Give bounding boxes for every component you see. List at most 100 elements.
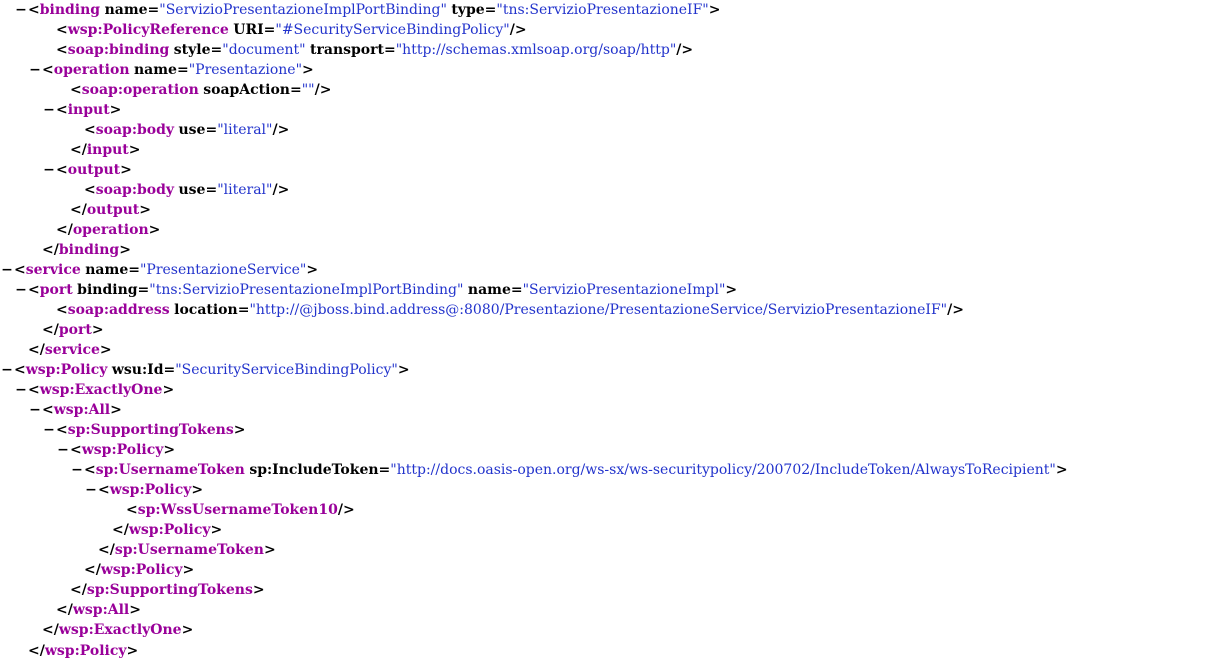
xml-punct: < — [98, 482, 110, 498]
indent-spacer — [42, 140, 56, 160]
xml-line: </sp:UsernameToken> — [0, 540, 1215, 560]
indent-spacer — [14, 220, 28, 240]
xml-line: </output> — [0, 200, 1215, 220]
indent-spacer — [28, 440, 42, 460]
xml-attr-value: "literal" — [217, 182, 272, 198]
xml-line: <soap:binding style="document" transport… — [0, 40, 1215, 60]
xml-attr-value: "ServizioPresentazioneImplPortBinding" — [159, 2, 447, 18]
indent-spacer — [28, 200, 42, 220]
indent-spacer — [28, 540, 42, 560]
xml-punct: /> — [272, 182, 289, 198]
xml-punct: < — [56, 162, 68, 178]
indent-spacer — [0, 60, 14, 80]
collapse-toggle-icon[interactable]: − — [42, 100, 56, 120]
xml-line: </wsp:Policy> — [0, 520, 1215, 540]
collapse-toggle-icon[interactable]: − — [28, 400, 42, 420]
toggle-placeholder — [70, 560, 84, 580]
indent-spacer — [14, 520, 28, 540]
xml-element-name: service — [45, 342, 100, 358]
xml-attr-value: "tns:ServizioPresentazioneImplPortBindin… — [149, 282, 463, 298]
xml-line: −<service name="PresentazioneService"> — [0, 260, 1215, 280]
toggle-placeholder — [42, 600, 56, 620]
xml-punct: = — [511, 282, 523, 298]
indent-spacer — [14, 420, 28, 440]
collapse-toggle-icon[interactable]: − — [56, 440, 70, 460]
xml-line: <soap:body use="literal"/> — [0, 180, 1215, 200]
toggle-placeholder — [70, 120, 84, 140]
xml-attr-value: "document" — [222, 42, 305, 58]
indent-spacer — [84, 520, 98, 540]
xml-punct: </ — [56, 602, 73, 618]
xml-punct: </ — [56, 222, 73, 238]
xml-element-name: operation — [73, 222, 149, 238]
indent-spacer — [14, 200, 28, 220]
indent-spacer — [0, 600, 14, 620]
indent-spacer — [0, 80, 14, 100]
xml-element-name: binding — [40, 2, 100, 18]
indent-spacer — [14, 120, 28, 140]
xml-punct: </ — [28, 342, 45, 358]
xml-attr-name: binding — [77, 282, 137, 298]
indent-spacer — [70, 500, 84, 520]
xml-attr-value: "ServizioPresentazioneImpl" — [523, 282, 726, 298]
indent-spacer — [14, 480, 28, 500]
xml-punct: > — [709, 2, 721, 18]
collapse-toggle-icon[interactable]: − — [42, 420, 56, 440]
xml-punct: = — [138, 282, 150, 298]
indent-spacer — [84, 500, 98, 520]
indent-spacer — [0, 20, 14, 40]
xml-line: </wsp:Policy> — [0, 560, 1215, 580]
xml-element-name: wsp:PolicyReference — [68, 22, 229, 38]
xml-tree-viewer: −<binding name="ServizioPresentazioneImp… — [0, 0, 1215, 661]
xml-punct: </ — [42, 322, 59, 338]
indent-spacer — [0, 140, 14, 160]
collapse-toggle-icon[interactable]: − — [14, 280, 28, 300]
xml-punct: </ — [70, 582, 87, 598]
collapse-toggle-icon[interactable]: − — [14, 0, 28, 20]
xml-punct: > — [110, 102, 122, 118]
xml-punct: < — [56, 422, 68, 438]
indent-spacer — [56, 460, 70, 480]
xml-attr-value: "Presentazione" — [189, 62, 302, 78]
xml-punct: = — [264, 22, 276, 38]
collapse-toggle-icon[interactable]: − — [14, 380, 28, 400]
xml-punct: = — [211, 42, 223, 58]
xml-element-name: sp:UsernameToken — [96, 462, 245, 478]
indent-spacer — [14, 40, 28, 60]
xml-attr-name: sp:IncludeToken — [249, 462, 378, 478]
collapse-toggle-icon[interactable]: − — [42, 160, 56, 180]
xml-attr-value: "tns:ServizioPresentazioneIF" — [496, 2, 708, 18]
indent-spacer — [42, 540, 56, 560]
indent-spacer — [28, 600, 42, 620]
xml-punct: < — [84, 182, 96, 198]
collapse-toggle-icon[interactable]: − — [70, 460, 84, 480]
toggle-placeholder — [56, 140, 70, 160]
xml-element-name: wsp:ExactlyOne — [59, 622, 182, 638]
toggle-placeholder — [112, 500, 126, 520]
toggle-placeholder — [28, 320, 42, 340]
xml-punct: < — [14, 362, 26, 378]
indent-spacer — [0, 380, 14, 400]
xml-line: </operation> — [0, 220, 1215, 240]
toggle-placeholder — [42, 40, 56, 60]
xml-punct: </ — [112, 522, 129, 538]
xml-attr-name: location — [174, 302, 238, 318]
xml-punct: > — [129, 142, 141, 158]
xml-punct: > — [1056, 462, 1068, 478]
indent-spacer — [0, 120, 14, 140]
xml-punct: < — [84, 122, 96, 138]
indent-spacer — [42, 120, 56, 140]
xml-attr-value: "SecurityServiceBindingPolicy" — [175, 362, 398, 378]
indent-spacer — [0, 100, 14, 120]
xml-element-name: soap:body — [96, 122, 174, 138]
collapse-toggle-icon[interactable]: − — [84, 480, 98, 500]
collapse-toggle-icon[interactable]: − — [0, 360, 14, 380]
indent-spacer — [42, 520, 56, 540]
xml-element-name: wsp:All — [54, 402, 110, 418]
toggle-placeholder — [42, 300, 56, 320]
collapse-toggle-icon[interactable]: − — [0, 260, 14, 280]
xml-punct: = — [205, 122, 217, 138]
xml-line: −<sp:SupportingTokens> — [0, 420, 1215, 440]
collapse-toggle-icon[interactable]: − — [28, 60, 42, 80]
indent-spacer — [42, 500, 56, 520]
